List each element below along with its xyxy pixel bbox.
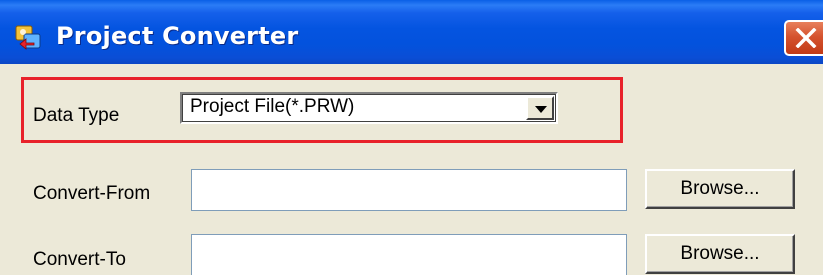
window-title: Project Converter [56,22,299,50]
project-converter-window: Project Converter Data Type Project File… [0,0,823,275]
title-bar[interactable]: Project Converter [0,0,823,64]
convert-from-input[interactable] [191,169,627,211]
dropdown-arrow-button[interactable] [526,96,554,120]
convert-to-input[interactable] [191,234,627,275]
data-type-label: Data Type [33,105,120,126]
close-button[interactable] [784,20,823,56]
convert-to-label: Convert-To [33,249,126,270]
convert-from-browse-button[interactable]: Browse... [645,169,795,209]
convert-to-browse-button[interactable]: Browse... [645,234,795,274]
project-converter-app-icon [14,22,44,52]
dialog-body: Data Type Project File(*.PRW) Convert-Fr… [0,64,823,275]
data-type-selected-value: Project File(*.PRW) [190,96,355,117]
data-type-dropdown[interactable]: Project File(*.PRW) [180,92,558,124]
convert-from-label: Convert-From [33,183,151,204]
